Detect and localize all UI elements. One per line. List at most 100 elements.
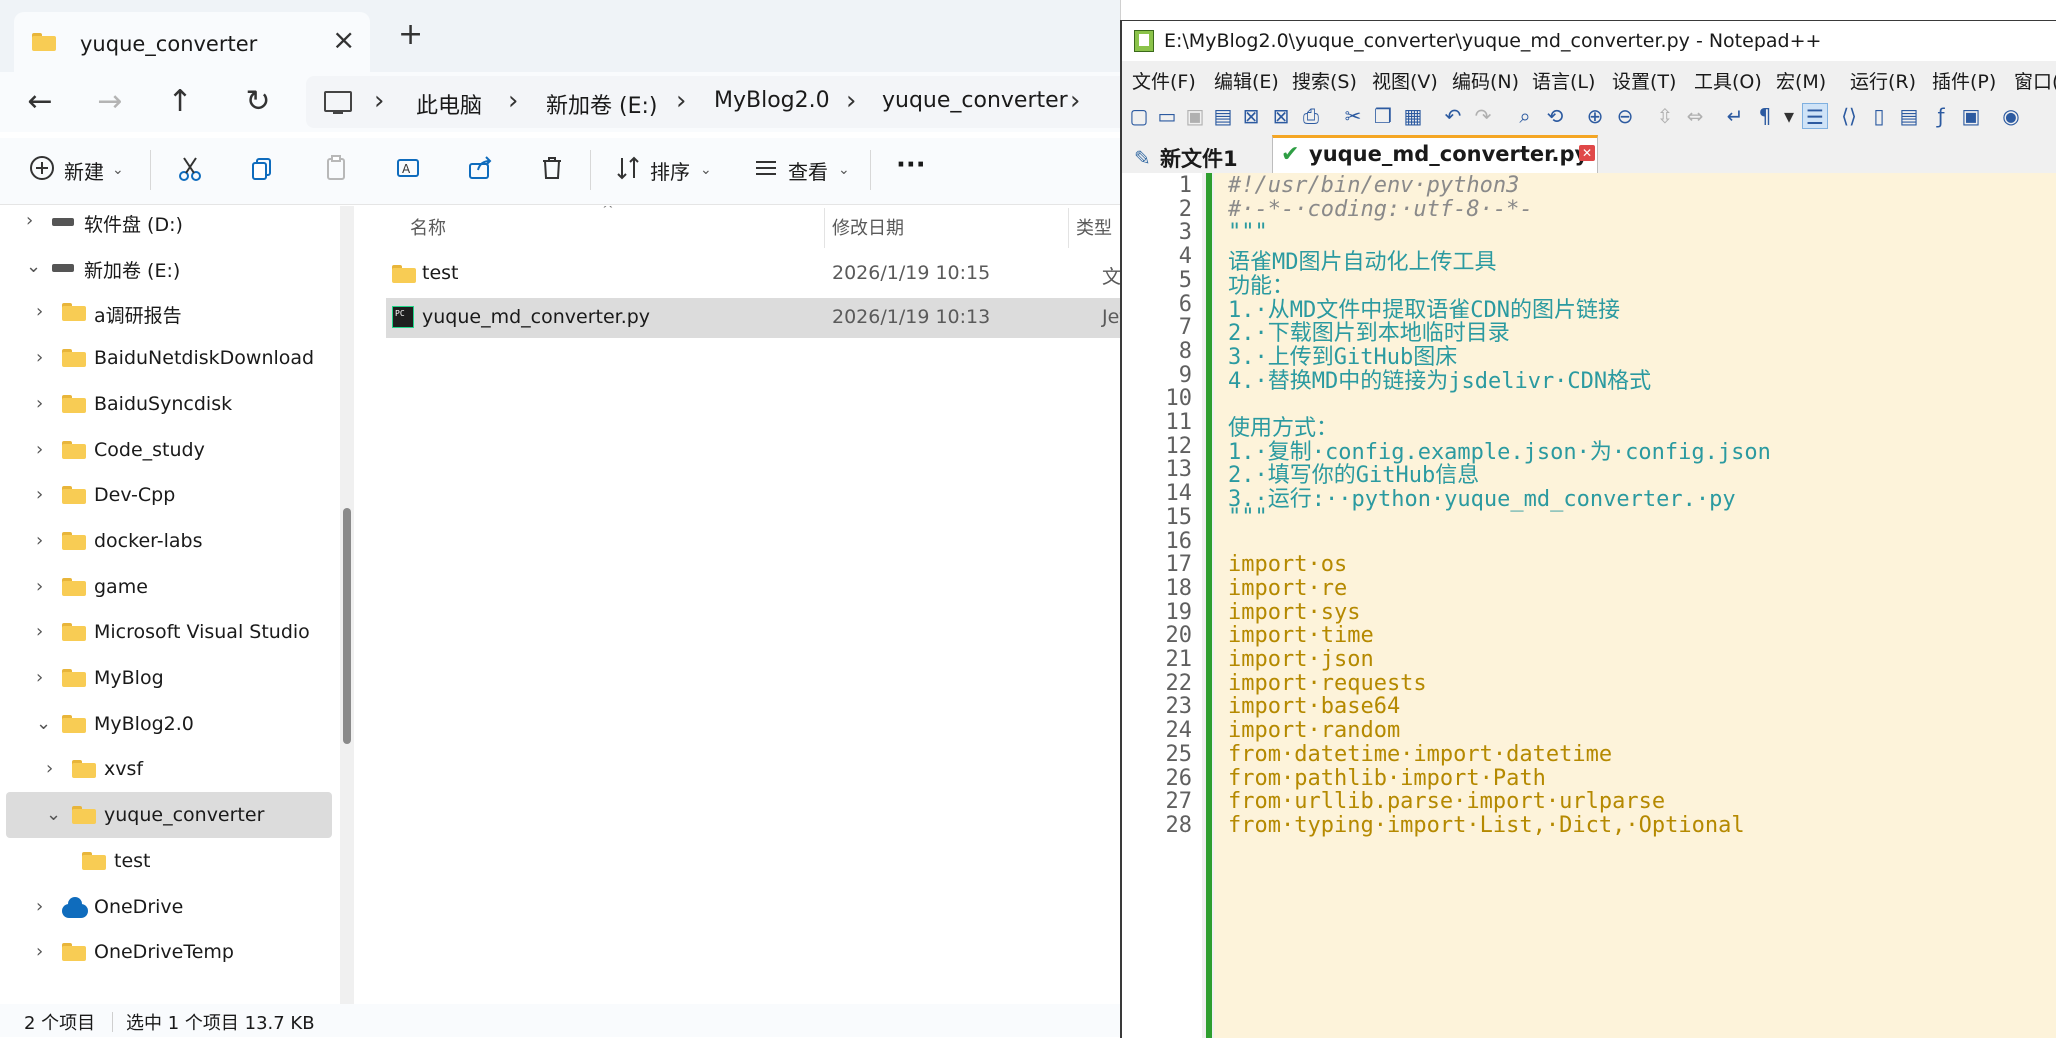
share-icon[interactable] [462, 150, 498, 186]
chevron-right-icon[interactable]: › [508, 86, 518, 116]
menu-search[interactable]: 搜索(S) [1292, 67, 1357, 94]
function-list-icon[interactable]: ƒ [1928, 103, 1954, 129]
show-all-characters-icon[interactable]: ¶ [1752, 103, 1778, 129]
column-header-type[interactable]: 类型 [1076, 214, 1112, 240]
tree-item-microsoft-visual-studio[interactable]: › Microsoft Visual Studio [6, 609, 332, 655]
find-icon[interactable]: ⌕ [1512, 103, 1538, 129]
menu-view[interactable]: 视图(V) [1372, 67, 1438, 94]
print-icon[interactable]: ⎙ [1298, 103, 1324, 129]
chevron-down-icon[interactable]: ⌄ [26, 256, 41, 277]
save-all-icon[interactable]: ▤ [1210, 103, 1236, 129]
tree-item-myblog2-0[interactable]: ⌄ MyBlog2.0 [6, 701, 332, 747]
breadcrumb-this-pc[interactable]: 此电脑 [416, 88, 482, 120]
document-map-icon[interactable]: ▯ [1866, 103, 1892, 129]
chevron-right-icon[interactable]: › [36, 301, 43, 322]
column-header-modified[interactable]: 修改日期 [832, 214, 904, 240]
xml-tag-icon[interactable]: ⟨⟩ [1836, 103, 1862, 129]
up-button[interactable]: ↑ [160, 82, 200, 122]
paste-icon[interactable]: ▦ [1400, 103, 1426, 129]
chevron-right-icon[interactable]: › [36, 621, 43, 642]
copy-icon[interactable] [244, 150, 280, 186]
close-tab-icon[interactable]: ✕ [1579, 145, 1595, 161]
new-tab-button[interactable]: + [398, 20, 423, 50]
sync-horizontal-icon[interactable]: ⇔ [1682, 103, 1708, 129]
undo-icon[interactable]: ↶ [1440, 103, 1466, 129]
close-tab-icon[interactable]: × [332, 26, 355, 54]
scrollbar-thumb[interactable] [343, 508, 351, 744]
tree-item-game[interactable]: › game [6, 564, 332, 610]
code-editor[interactable]: 1 #!/usr/bin/env·python3 2 #·-*-·coding:·ut… [1122, 173, 2056, 1038]
chevron-right-icon[interactable]: › [846, 86, 856, 116]
chevron-down-icon[interactable]: ⌄ [36, 713, 51, 734]
chevron-right-icon[interactable]: › [1070, 86, 1080, 116]
sort-button[interactable]: 排序 [650, 156, 690, 185]
menu-file[interactable]: 文件(F) [1132, 67, 1196, 94]
tree-item-e[interactable]: ⌄ 新加卷 (E:) [6, 244, 332, 290]
chevron-right-icon[interactable]: › [36, 896, 43, 917]
explorer-tab[interactable]: yuque_converter × [14, 12, 370, 72]
tree-item-yuque-converter[interactable]: ⌄ yuque_converter [6, 792, 332, 839]
view-button[interactable]: 查看 [788, 156, 828, 185]
more-options-button[interactable]: ··· [896, 150, 926, 180]
column-divider[interactable] [1068, 208, 1069, 248]
open-file-icon[interactable]: ▭ [1154, 103, 1180, 129]
tree-item-baidunetdiskdownload[interactable]: › BaiduNetdiskDownload [6, 335, 332, 381]
zoom-in-icon[interactable]: ⊕ [1582, 103, 1608, 129]
chevron-down-icon[interactable]: ⌄ [838, 162, 850, 178]
tree-item-dev-cpp[interactable]: › Dev-Cpp [6, 472, 332, 518]
tree-item-baidusyncdisk[interactable]: › BaiduSyncdisk [6, 381, 332, 427]
menu-macro[interactable]: 宏(M) [1776, 67, 1826, 94]
tree-item-onedrive[interactable]: › OneDrive [6, 884, 332, 930]
close-all-icon[interactable]: ⊠ [1268, 103, 1294, 129]
paste-icon[interactable] [318, 150, 354, 186]
new-button[interactable]: 新建 [64, 156, 104, 185]
menu-plugins[interactable]: 插件(P) [1932, 67, 1996, 94]
folder-as-workspace-icon[interactable]: ▣ [1958, 103, 1984, 129]
zoom-out-icon[interactable]: ⊖ [1612, 103, 1638, 129]
file-row[interactable]: test 2026/1/19 10:15 文件夹 [386, 254, 1120, 294]
address-bar[interactable]: › 此电脑 › 新加卷 (E:) › MyBlog2.0 › yuque_con… [306, 76, 1120, 128]
navigation-pane-scrollbar[interactable] [340, 206, 354, 1004]
tab-new-file-1[interactable]: ✎ 新文件1 [1126, 139, 1266, 173]
file-row[interactable]: yuque_md_converter.py 2026/1/19 10:13 JetB… [386, 298, 1120, 338]
chevron-down-icon[interactable]: ⌄ [700, 162, 712, 178]
menu-tools[interactable]: 工具(O) [1694, 67, 1762, 94]
back-button[interactable]: ← [20, 82, 60, 122]
column-header-name[interactable]: 名称 [410, 214, 446, 240]
chevron-right-icon[interactable]: › [36, 530, 43, 551]
cut-icon[interactable]: ✂ [1340, 103, 1366, 129]
replace-icon[interactable]: ⟲ [1542, 103, 1568, 129]
tree-item-code-study[interactable]: › Code_study [6, 427, 332, 473]
menu-window[interactable]: 窗口( [2014, 67, 2056, 94]
tree-item-a[interactable]: › a调研报告 [6, 289, 332, 335]
copy-icon[interactable]: ❐ [1370, 103, 1396, 129]
menu-encoding[interactable]: 编码(N) [1452, 67, 1519, 94]
delete-icon[interactable] [534, 150, 570, 186]
chevron-down-icon[interactable]: ▾ [1776, 103, 1802, 129]
close-icon[interactable]: ⊠ [1238, 103, 1264, 129]
new-file-icon[interactable]: ▢ [1126, 103, 1152, 129]
chevron-right-icon[interactable]: › [36, 484, 43, 505]
chevron-right-icon[interactable]: › [36, 347, 43, 368]
tree-item-onedrivetemp[interactable]: › OneDriveTemp [6, 929, 332, 975]
chevron-down-icon[interactable]: ⌄ [46, 804, 61, 825]
document-list-icon[interactable]: ▤ [1896, 103, 1922, 129]
monitoring-icon[interactable]: ◉ [1998, 103, 2024, 129]
tree-item-xvsf[interactable]: › xvsf [6, 746, 332, 792]
column-divider[interactable] [824, 208, 825, 248]
chevron-right-icon[interactable]: › [36, 667, 43, 688]
menu-edit[interactable]: 编辑(E) [1214, 67, 1279, 94]
menu-run[interactable]: 运行(R) [1850, 67, 1916, 94]
chevron-right-icon[interactable]: › [26, 210, 33, 231]
tree-item-myblog[interactable]: › MyBlog [6, 655, 332, 701]
breadcrumb-yuque-converter[interactable]: yuque_converter [882, 88, 1068, 113]
menu-settings[interactable]: 设置(T) [1612, 67, 1676, 94]
tree-item-d[interactable]: › 软件盘 (D:) [6, 206, 332, 244]
tab-yuque-md-converter[interactable]: ✔ yuque_md_converter.py ✕ [1272, 135, 1598, 173]
chevron-right-icon[interactable]: › [36, 393, 43, 414]
forward-button[interactable]: → [90, 82, 130, 122]
menu-language[interactable]: 语言(L) [1532, 67, 1595, 94]
cut-icon[interactable] [172, 150, 208, 186]
chevron-right-icon[interactable]: › [36, 439, 43, 460]
chevron-right-icon[interactable]: › [46, 758, 53, 779]
